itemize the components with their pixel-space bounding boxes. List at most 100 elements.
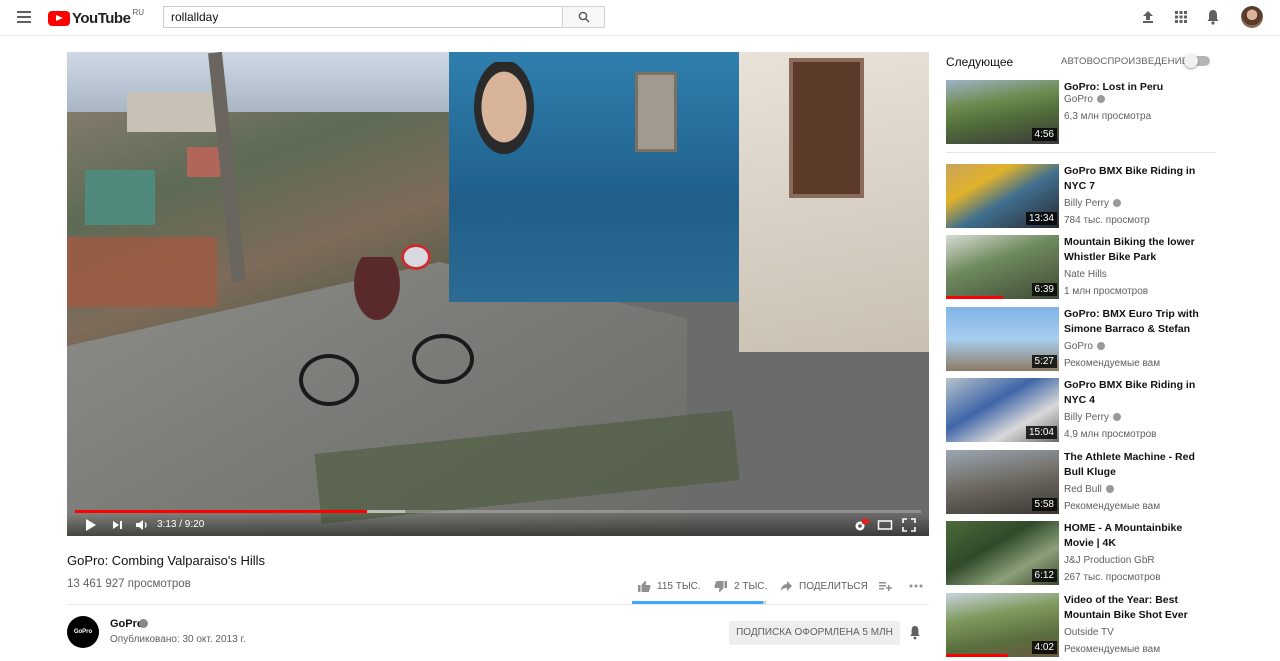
recommendation-channel[interactable]: Billy Perry: [1064, 198, 1122, 209]
bike-front-wheel: [412, 334, 474, 384]
channel-avatar[interactable]: GoPro: [67, 616, 99, 648]
autoplay-toggle[interactable]: [1184, 54, 1210, 68]
channel-name: GoPro: [1064, 94, 1093, 105]
watched-progress: [946, 296, 1003, 299]
recommendation-item[interactable]: 6:39 Mountain Biking the lower Whistler B…: [946, 235, 1216, 299]
recommendation-title[interactable]: GoPro BMX Bike Riding in NYC 4: [1064, 378, 1204, 408]
recommendation-channel[interactable]: Nate Hills: [1064, 269, 1107, 280]
recommendation-item[interactable]: 5:27 GoPro: BMX Euro Trip with Simone Bar…: [946, 307, 1216, 371]
gear-hd-icon: [855, 519, 869, 531]
like-button[interactable]: 115 ТЫС.: [637, 580, 701, 593]
recommendation-meta: 1 млн просмотров: [1064, 286, 1149, 297]
recommendation-title[interactable]: The Athlete Machine - Red Bull Kluge: [1064, 450, 1204, 480]
mute-button[interactable]: [135, 518, 149, 534]
volume-icon: [136, 520, 147, 530]
video-duration: 4:56: [1031, 128, 1057, 141]
recommendation-meta: Рекомендуемые вам: [1064, 501, 1161, 512]
recommendation-title[interactable]: HOME - A Mountainbike Movie | 4K: [1064, 521, 1204, 551]
dislike-button[interactable]: 2 ТЫС.: [714, 580, 767, 593]
view-count: 13 461 927 просмотров: [67, 578, 191, 590]
recommendation-thumbnail[interactable]: 5:27: [946, 307, 1059, 371]
channel-name: Billy Perry: [1064, 198, 1110, 209]
subscribe-button[interactable]: ПОДПИСКА ОФОРМЛЕНА 5 МЛН: [729, 621, 900, 645]
recommendation-item[interactable]: 13:34 GoPro BMX Bike Riding in NYC 7 Billy…: [946, 164, 1216, 228]
recommendation-thumbnail[interactable]: 6:12: [946, 521, 1059, 585]
youtube-logo[interactable]: YouTube RU: [48, 8, 144, 28]
settings-button[interactable]: [853, 518, 869, 534]
notifications-button[interactable]: [1204, 8, 1222, 26]
progress-bar[interactable]: [75, 510, 921, 513]
upload-button[interactable]: [1139, 8, 1157, 26]
verified-badge-icon: [139, 619, 148, 628]
next-button[interactable]: [112, 518, 124, 534]
channel-name: Billy Perry: [1064, 412, 1110, 423]
recommendation-thumbnail[interactable]: 4:56: [946, 80, 1059, 144]
recommendation-item[interactable]: 4:56 GoPro: Lost in Peru GoPro 6,3 млн прос…: [946, 80, 1216, 144]
autoplay-label: АВТОВОСПРОИЗВЕДЕНИЕ: [1061, 56, 1189, 67]
fullscreen-button[interactable]: [902, 518, 916, 534]
recommendation-thumbnail[interactable]: 13:34: [946, 164, 1059, 228]
verified-badge-icon: [1096, 95, 1105, 103]
more-actions-button[interactable]: [909, 580, 929, 592]
recommendation-item[interactable]: 15:04 GoPro BMX Bike Riding in NYC 4 Billy…: [946, 378, 1216, 442]
recommendation-channel[interactable]: GoPro: [1064, 341, 1105, 352]
rider: [337, 257, 417, 347]
theater-icon: [877, 520, 893, 530]
recommendation-item[interactable]: 6:12 HOME - A Mountainbike Movie | 4K J&J …: [946, 521, 1216, 585]
search-icon: [578, 11, 590, 23]
like-count: 115 ТЫС.: [657, 581, 701, 592]
up-next-heading: Следующее: [946, 55, 1014, 69]
video-duration: 6:39: [1031, 283, 1057, 296]
player-controls: 3:13 / 9:20: [67, 514, 929, 536]
recommendation-thumbnail[interactable]: 15:04: [946, 378, 1059, 442]
recommendation-thumbnail[interactable]: 5:58: [946, 450, 1059, 514]
recommendation-title[interactable]: GoPro: Lost in Peru: [1064, 80, 1204, 95]
verified-badge-icon: [1113, 199, 1122, 207]
thumbs-down-icon: [714, 581, 727, 592]
recommendation-thumbnail[interactable]: 6:39: [946, 235, 1059, 299]
recommendation-thumbnail[interactable]: 4:02: [946, 593, 1059, 657]
recommendation-title[interactable]: GoPro BMX Bike Riding in NYC 7: [1064, 164, 1204, 194]
recommendation-meta: 267 тыс. просмотров: [1064, 572, 1161, 583]
search-input[interactable]: rollallday: [163, 6, 562, 28]
up-next-divider: [946, 152, 1216, 153]
recommendation-title[interactable]: Mountain Biking the lower Whistler Bike …: [1064, 235, 1204, 265]
verified-badge-icon: [1096, 342, 1105, 350]
time-display: 3:13 / 9:20: [157, 519, 205, 530]
play-icon: [86, 519, 96, 531]
add-to-playlist-button[interactable]: [879, 580, 898, 592]
more-horiz-icon: [909, 584, 923, 588]
divider: [67, 604, 929, 605]
apps-button[interactable]: [1172, 8, 1190, 26]
video-player[interactable]: 3:13 / 9:20: [67, 52, 929, 536]
recommendation-item[interactable]: 5:58 The Athlete Machine - Red Bull Kluge…: [946, 450, 1216, 514]
recommendation-channel[interactable]: Outside TV: [1064, 627, 1114, 638]
account-avatar[interactable]: [1241, 6, 1263, 28]
publish-date: Опубликовано: 30 окт. 2013 г.: [110, 634, 246, 645]
theater-mode-button[interactable]: [877, 518, 893, 534]
share-label: ПОДЕЛИТЬСЯ: [799, 580, 868, 592]
channel-name: Outside TV: [1064, 627, 1114, 638]
recommendation-channel[interactable]: J&J Production GbR: [1064, 555, 1155, 566]
recommendation-meta: Рекомендуемые вам: [1064, 644, 1161, 655]
recommendation-channel[interactable]: Billy Perry: [1064, 412, 1122, 423]
channel-notifications-button[interactable]: [908, 625, 922, 645]
video-duration: 5:58: [1031, 498, 1057, 511]
dislike-count: 2 ТЫС.: [734, 581, 768, 592]
channel-avatar-text: GoPro: [73, 629, 93, 635]
hamburger-icon: [17, 11, 31, 13]
playlist-add-icon: [879, 582, 892, 591]
recommendation-meta: Рекомендуемые вам: [1064, 358, 1161, 369]
guide-menu-button[interactable]: [12, 8, 36, 28]
share-button[interactable]: ПОДЕЛИТЬСЯ: [780, 580, 868, 592]
recommendation-channel[interactable]: GoPro: [1064, 94, 1105, 105]
recommendation-item[interactable]: 4:02 Video of the Year: Best Mountain Bik…: [946, 593, 1216, 657]
apps-grid-icon: [1175, 11, 1187, 23]
logo-text: YouTube: [72, 9, 131, 27]
recommendation-channel[interactable]: Red Bull: [1064, 484, 1114, 495]
play-button[interactable]: [85, 518, 97, 534]
recommendation-title[interactable]: GoPro: BMX Euro Trip with Simone Barraco…: [1064, 307, 1204, 337]
recommendation-title[interactable]: Video of the Year: Best Mountain Bike Sh…: [1064, 593, 1204, 623]
search-button[interactable]: [562, 6, 605, 28]
recommendation-meta: 784 тыс. просмотр: [1064, 215, 1150, 226]
